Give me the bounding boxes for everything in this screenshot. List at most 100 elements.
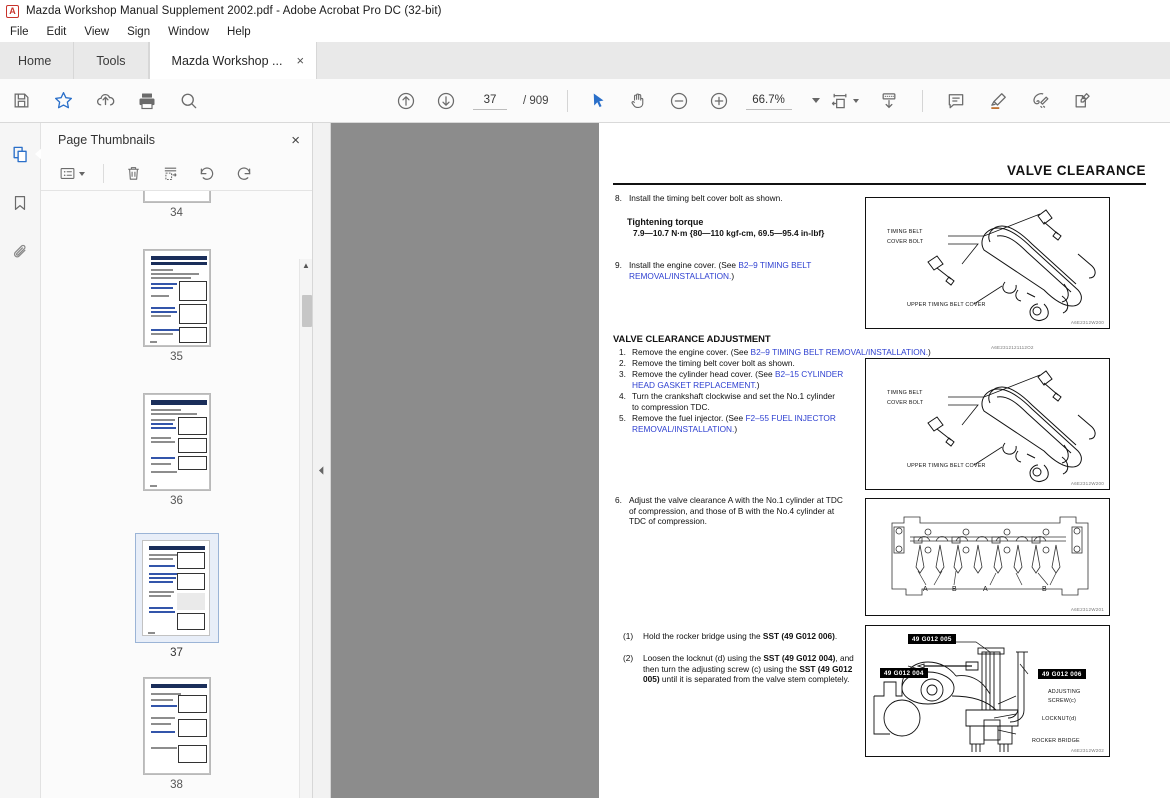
- collapse-left-icon[interactable]: [315, 461, 329, 479]
- figure-2-label-upper-cover: UPPER TIMING BELT COVER: [907, 463, 986, 469]
- step-6-text: Adjust the valve clearance A with the No…: [629, 495, 843, 527]
- adj-step-3-post: ): [756, 379, 760, 390]
- thumbnail-page-38[interactable]: [142, 677, 211, 775]
- figure-4-label-locknut-d: LOCKNUT(d): [1042, 716, 1077, 722]
- thumbnail-page-image: [143, 250, 210, 346]
- document-viewport[interactable]: VALVE CLEARANCE 8. Install the timing be…: [331, 123, 1170, 798]
- rotate-clockwise-icon[interactable]: [231, 161, 257, 187]
- main-toolbar: / 909: [0, 79, 1170, 123]
- adj-step-3-number: 3.: [619, 369, 626, 379]
- substep-1-text: Hold the rocker bridge using the SST (49…: [643, 631, 853, 642]
- figure-2-top-code: A6E2312121112O2: [991, 345, 1034, 350]
- figure-rocker-arm-valve-clearance: A B A B A6E2312W201: [865, 498, 1110, 616]
- menu-bar: File Edit View Sign Window Help: [0, 22, 1170, 42]
- adj-step-1-number: 1.: [619, 347, 626, 357]
- adj-step-5-number: 5.: [619, 413, 626, 423]
- zoom-search-icon[interactable]: [176, 88, 202, 114]
- thumbnails-scrollbar[interactable]: ▲: [299, 259, 312, 798]
- body-row: Page Thumbnails × 34 35 36 37 38 ▲ VALVE…: [0, 123, 1170, 798]
- next-page-icon[interactable]: [433, 88, 459, 114]
- previous-page-icon[interactable]: [393, 88, 419, 114]
- substep-1-sst: SST (49 G012 006): [762, 631, 835, 641]
- highlight-icon[interactable]: [985, 88, 1011, 114]
- thumbnails-toolbar-divider: [103, 164, 104, 183]
- page-number-input[interactable]: [473, 91, 507, 110]
- thumbnails-list: 34 35 36 37 38: [41, 191, 312, 795]
- adj-step-1-link[interactable]: B2–9 TIMING BELT REMOVAL/INSTALLATION.: [751, 347, 929, 357]
- figure-1-label-timing-belt: TIMING BELT: [887, 229, 923, 235]
- tightening-torque-heading: Tightening torque: [627, 217, 704, 227]
- fit-page-dropdown-caret-icon[interactable]: [852, 98, 859, 103]
- zoom-level-input[interactable]: [745, 91, 792, 110]
- comment-icon[interactable]: [943, 88, 969, 114]
- menu-file[interactable]: File: [6, 22, 38, 42]
- thumbnail-page-number: 36: [170, 495, 183, 507]
- thumbnail-item[interactable]: 38: [142, 677, 211, 791]
- stamp-icon[interactable]: [1069, 88, 1095, 114]
- thumbnail-page-34[interactable]: [142, 191, 211, 203]
- figure-2-label-timing-belt: TIMING BELT: [887, 390, 923, 396]
- figure-2-code: A6E2312W200: [1070, 481, 1104, 486]
- sidebar-page-thumbnails[interactable]: [6, 140, 43, 168]
- star-icon[interactable]: [50, 88, 76, 114]
- tab-close-icon[interactable]: ×: [296, 54, 304, 67]
- fit-page-icon[interactable]: [828, 88, 860, 114]
- figure-4-label-rocker-bridge: ROCKER BRIDGE: [1032, 738, 1080, 744]
- print-icon[interactable]: [134, 88, 160, 114]
- figure-4-label-screw-c: SCREW(c): [1048, 698, 1076, 704]
- menu-sign[interactable]: Sign: [118, 22, 159, 42]
- menu-edit[interactable]: Edit: [38, 22, 76, 42]
- panel-collapse-strip: [313, 123, 331, 798]
- step-8-number: 8.: [615, 193, 622, 203]
- thumbnail-item[interactable]: 36: [142, 393, 211, 507]
- trash-icon[interactable]: [120, 161, 146, 187]
- adj-step-3-text: Remove the cylinder head cover. (See B2–…: [632, 369, 847, 390]
- sidebar-attachments[interactable]: [6, 238, 34, 266]
- thumbnail-page-35[interactable]: [142, 249, 211, 347]
- substep-2-number: (2): [623, 653, 634, 663]
- menu-help[interactable]: Help: [218, 22, 260, 42]
- thumbnail-item[interactable]: 34: [142, 191, 211, 219]
- figure-3-label-a1: A: [923, 586, 928, 593]
- thumbnail-item[interactable]: 35: [142, 249, 211, 363]
- figure-upper-timing-belt-cover-2: TIMING BELT COVER BOLT UPPER TIMING BELT…: [865, 358, 1110, 490]
- menu-window[interactable]: Window: [159, 22, 218, 42]
- acrobat-logo-icon: A: [6, 4, 19, 18]
- adj-step-5-text: Remove the fuel injector. (See F2–55 FUE…: [632, 413, 842, 434]
- pdf-page-content: VALVE CLEARANCE 8. Install the timing be…: [599, 123, 1170, 783]
- tab-document[interactable]: Mazda Workshop ... ×: [148, 42, 318, 79]
- thumbnails-scroll-area[interactable]: 34 35 36 37 38 ▲: [41, 191, 312, 798]
- thumbnail-page-36[interactable]: [142, 393, 211, 491]
- zoom-out-icon[interactable]: [666, 88, 692, 114]
- list-options-caret-icon[interactable]: [79, 171, 85, 176]
- toolbar-divider-1: [566, 89, 568, 112]
- list-options-icon[interactable]: [57, 161, 87, 187]
- toolbar-right-group: [828, 88, 1095, 114]
- section-heading: VALVE CLEARANCE ADJUSTMENT: [613, 333, 771, 344]
- menu-view[interactable]: View: [75, 22, 118, 42]
- rotate-counterclockwise-icon[interactable]: [194, 161, 220, 187]
- scroll-mode-icon[interactable]: [876, 88, 902, 114]
- zoom-in-icon[interactable]: [706, 88, 732, 114]
- sidebar-bookmarks[interactable]: [6, 189, 34, 217]
- thumbnail-item[interactable]: 37: [134, 533, 219, 659]
- extract-pages-icon[interactable]: [157, 161, 183, 187]
- upload-cloud-icon[interactable]: [92, 88, 118, 114]
- scroll-up-arrow-icon[interactable]: ▲: [300, 259, 312, 272]
- scrollbar-thumb[interactable]: [302, 295, 312, 327]
- acrobat-window: A Mazda Workshop Manual Supplement 2002.…: [0, 0, 1170, 798]
- hand-tool-icon[interactable]: [626, 88, 652, 114]
- tab-tools[interactable]: Tools: [74, 42, 149, 79]
- tab-home[interactable]: Home: [0, 42, 75, 79]
- zoom-dropdown-caret-icon[interactable]: [811, 98, 820, 103]
- save-icon[interactable]: [8, 88, 34, 114]
- select-cursor-icon[interactable]: [586, 88, 612, 114]
- tightening-torque-value: 7.9—10.7 N·m {80—110 kgf-cm, 69.5—95.4 i…: [633, 228, 825, 238]
- close-icon[interactable]: ×: [291, 133, 300, 148]
- figure-1-label-upper-cover: UPPER TIMING BELT COVER: [907, 302, 986, 308]
- substep-1-p2: .: [834, 631, 838, 641]
- thumbnail-page-37[interactable]: [134, 533, 219, 643]
- page-title: VALVE CLEARANCE: [1006, 163, 1146, 178]
- sign-icon[interactable]: [1027, 88, 1053, 114]
- figure-3-code: A6E2312W201: [1070, 607, 1104, 612]
